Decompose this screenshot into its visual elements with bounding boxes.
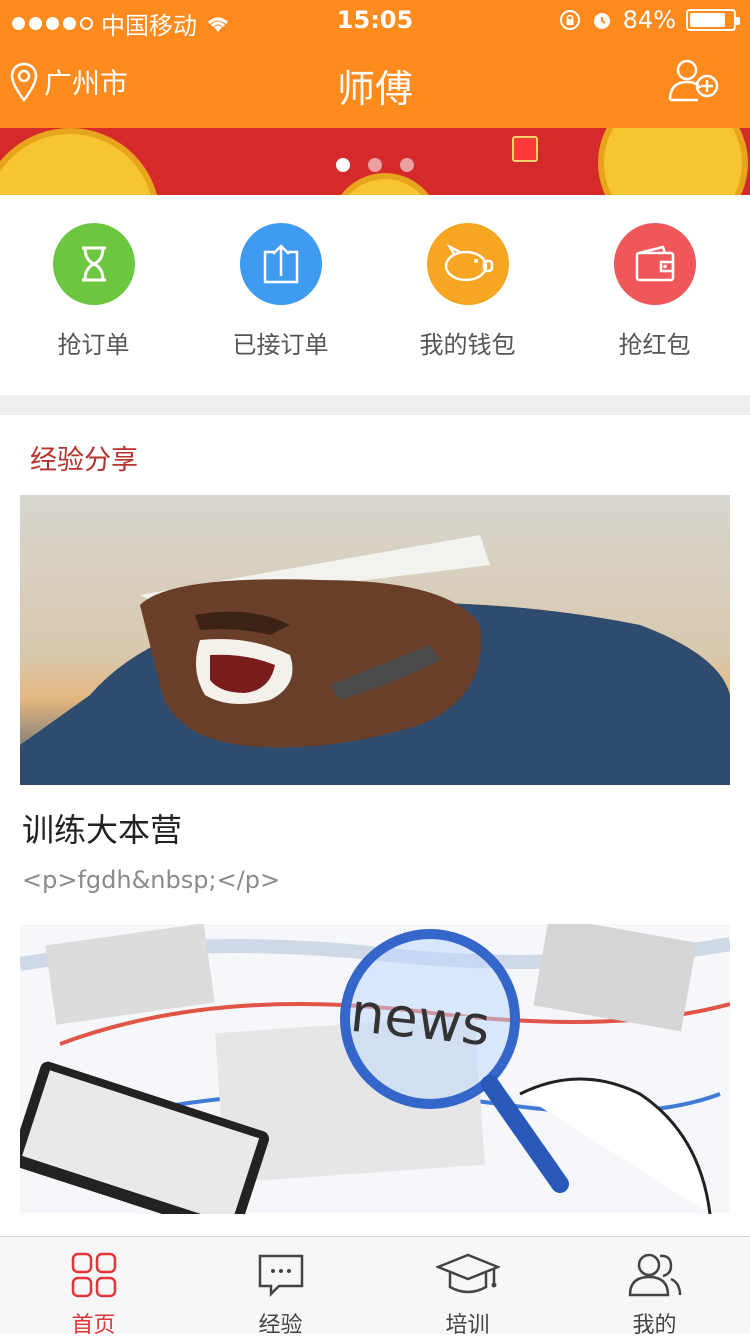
tab-home-label: 首页 <box>71 1313 116 1338</box>
banner-indicator <box>0 158 750 172</box>
tab-training[interactable]: 培训 <box>374 1251 561 1339</box>
battery-icon <box>686 9 740 31</box>
chat-icon <box>258 1254 303 1298</box>
bottom-tab-bar: 首页 经验 培训 我的 <box>0 1236 750 1338</box>
worker-photo <box>20 495 730 785</box>
grab-red-packet-icon-circle <box>613 223 696 305</box>
tab-home[interactable]: 首页 <box>0 1251 187 1339</box>
tab-mine-label: 我的 <box>632 1313 677 1338</box>
page-title: 师傅 <box>336 67 413 111</box>
alarm-icon <box>593 13 610 29</box>
promo-banner[interactable] <box>0 128 750 195</box>
navigation-bar: 广州市 师傅 <box>0 40 750 128</box>
experience-section-title: 经验分享 <box>30 445 138 476</box>
add-user-icon <box>668 59 719 102</box>
graduation-cap-icon <box>434 1253 501 1294</box>
my-wallet-button[interactable]: 我的钱包 <box>374 223 561 360</box>
article-image-worker[interactable] <box>20 495 730 785</box>
orientation-lock-icon <box>559 10 580 30</box>
tab-training-label: 培训 <box>445 1313 490 1338</box>
accepted-orders-button[interactable]: 已接订单 <box>187 223 374 360</box>
piggy-bank-icon <box>444 244 493 282</box>
banner-dot[interactable] <box>400 158 414 172</box>
grab-red-packet-button[interactable]: 抢红包 <box>561 223 748 360</box>
article-description: <p>fgdh&nbsp;</p> <box>22 866 281 894</box>
tab-experience[interactable]: 经验 <box>187 1251 374 1339</box>
battery-percent: 84% <box>622 6 676 34</box>
article-image-news[interactable]: news <box>20 924 730 1214</box>
add-user-button[interactable] <box>668 58 720 106</box>
grab-order-label: 抢订单 <box>57 331 130 359</box>
banner-dot[interactable] <box>336 158 350 172</box>
upload-icon <box>263 244 298 284</box>
banner-dot[interactable] <box>368 158 382 172</box>
grab-order-icon-circle <box>52 223 135 305</box>
tab-mine[interactable]: 我的 <box>561 1251 748 1339</box>
my-wallet-label: 我的钱包 <box>419 331 516 359</box>
accepted-orders-label: 已接订单 <box>232 331 329 359</box>
user-icon <box>628 1253 681 1297</box>
wallet-icon <box>635 245 674 282</box>
home-grid-icon <box>71 1252 116 1298</box>
tab-experience-label: 经验 <box>258 1313 303 1338</box>
section-divider <box>0 395 750 415</box>
status-bar: 中国移动 15:05 84% <box>0 0 750 40</box>
my-wallet-icon-circle <box>426 223 509 305</box>
grab-red-packet-label: 抢红包 <box>618 331 691 359</box>
coin-graphic <box>330 173 440 195</box>
accepted-orders-icon-circle <box>239 223 322 305</box>
hourglass-icon <box>81 246 106 282</box>
article-title[interactable]: 训练大本营 <box>22 805 182 851</box>
news-illustration: news <box>20 924 730 1214</box>
top-bar: 中国移动 15:05 84% 广州市 师傅 <box>0 0 750 128</box>
quick-menu: 抢订单 已接订单 我的钱包 抢红包 <box>0 195 750 395</box>
grab-order-button[interactable]: 抢订单 <box>0 223 187 360</box>
